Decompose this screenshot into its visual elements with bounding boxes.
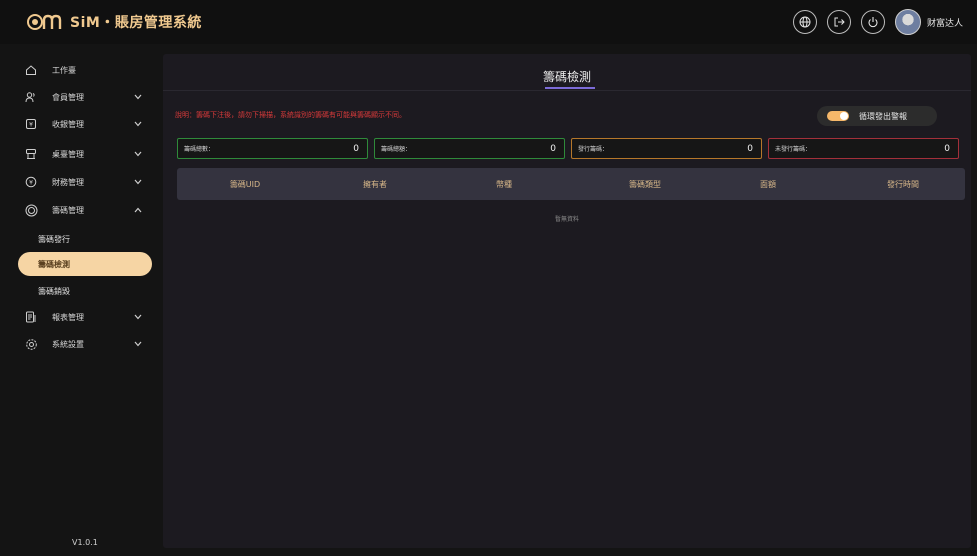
column-header-issue-time[interactable]: 發行時間 [853, 179, 953, 190]
chevron-down-icon [134, 150, 142, 158]
sim-logo-icon [27, 14, 62, 30]
stat-label: 發行籌碼： [578, 146, 609, 153]
stat-value: 0 [944, 143, 950, 154]
chevron-down-icon [134, 178, 142, 186]
notice-text: 說明：籌碼下注後，請勿下掃描，系統識別的籌碼有可能與籌碼顯示不同。 [175, 111, 406, 119]
avatar[interactable] [894, 9, 921, 35]
toggle-switch[interactable] [827, 111, 849, 121]
title-underline [545, 87, 595, 89]
sidebar-item-label: 財務管理 [52, 177, 84, 187]
sidebar-subitem-chip-issue[interactable]: 籌碼發行 [38, 228, 70, 250]
stat-label: 籌碼總額： [381, 146, 412, 153]
stat-value: 0 [353, 143, 359, 154]
brand-logo[interactable]: SiM・賬房管理系統 [26, 11, 202, 33]
sidebar-item-tables[interactable]: 桌臺管理 [0, 140, 163, 168]
sidebar-item-chips[interactable]: 籌碼管理 [0, 196, 163, 224]
svg-text:¥: ¥ [29, 122, 33, 129]
column-header-chip-type[interactable]: 籌碼類型 [595, 179, 695, 190]
toggle-label: 循環發出警報 [859, 111, 907, 121]
globe-icon[interactable] [792, 10, 817, 34]
home-icon [24, 63, 38, 77]
chevron-up-icon [134, 206, 142, 214]
sidebar-item-reports[interactable]: 報表管理 [0, 303, 163, 331]
sidebar-item-label: 報表管理 [52, 312, 84, 322]
column-header-denomination[interactable]: 面額 [718, 179, 818, 190]
empty-state-text: 暫無資料 [554, 216, 579, 223]
stat-value: 0 [747, 143, 753, 154]
stat-value: 0 [550, 143, 556, 154]
sidebar-item-settings[interactable]: 系統設置 [0, 330, 163, 358]
sidebar: 工作臺 會員管理 ¥ 收銀管理 桌臺管理 ¥ 財務管理 籌碼管理 籌碼發行 籌碼… [0, 44, 163, 556]
username-label[interactable]: 财富达人 [927, 16, 963, 29]
sidebar-item-cashier[interactable]: ¥ 收銀管理 [0, 110, 163, 138]
main-panel: 籌碼檢測 說明：籌碼下注後，請勿下掃描，系統識別的籌碼有可能與籌碼顯示不同。 循… [163, 54, 971, 548]
top-bar: SiM・賬房管理系統 财富达人 [0, 0, 977, 44]
svg-text:¥: ¥ [29, 179, 33, 186]
sidebar-item-label: 系統設置 [52, 339, 84, 349]
page-title: 籌碼檢測 [542, 70, 591, 84]
sidebar-item-workbench[interactable]: 工作臺 [0, 56, 163, 84]
users-icon [24, 90, 38, 104]
stat-unissued-chips: 未發行籌碼： 0 [768, 138, 959, 159]
divider [163, 90, 971, 91]
sidebar-subitem-label: 籌碼銷毀 [38, 286, 70, 296]
sidebar-item-label: 收銀管理 [52, 119, 84, 129]
report-icon [24, 310, 38, 324]
sidebar-subitem-label: 籌碼發行 [38, 234, 70, 244]
stat-chip-count: 籌碼總數： 0 [177, 138, 368, 159]
sidebar-item-label: 工作臺 [52, 65, 76, 75]
chevron-down-icon [134, 120, 142, 128]
sidebar-item-finance[interactable]: ¥ 財務管理 [0, 168, 163, 196]
column-header-currency[interactable]: 幣種 [454, 179, 554, 190]
settings-icon [24, 337, 38, 351]
stat-issued-chips: 發行籌碼： 0 [571, 138, 762, 159]
stat-chip-total: 籌碼總額： 0 [374, 138, 565, 159]
power-icon[interactable] [860, 10, 885, 34]
stat-label: 未發行籌碼： [775, 146, 812, 153]
chevron-down-icon [134, 340, 142, 348]
sidebar-subitem-label: 籌碼檢測 [38, 259, 70, 269]
sidebar-item-members[interactable]: 會員管理 [0, 83, 163, 111]
column-header-owner[interactable]: 擁有者 [325, 179, 425, 190]
sidebar-item-label: 會員管理 [52, 92, 84, 102]
logout-icon[interactable] [826, 10, 851, 34]
alarm-toggle[interactable]: 循環發出警報 [817, 106, 937, 126]
chip-icon [24, 203, 38, 217]
table-header: 籌碼UID 擁有者 幣種 籌碼類型 面額 發行時間 [177, 168, 965, 200]
sidebar-item-label: 桌臺管理 [52, 149, 84, 159]
sidebar-item-label: 籌碼管理 [52, 205, 84, 215]
app-title: SiM・賬房管理系統 [70, 15, 202, 31]
stat-label: 籌碼總數： [184, 146, 215, 153]
cashier-icon: ¥ [24, 117, 38, 131]
finance-icon: ¥ [24, 175, 38, 189]
table-icon [24, 147, 38, 161]
sidebar-subitem-chip-detect[interactable]: 籌碼檢測 [18, 252, 152, 276]
chevron-down-icon [134, 313, 142, 321]
sidebar-subitem-chip-destroy[interactable]: 籌碼銷毀 [38, 280, 70, 302]
column-header-uid[interactable]: 籌碼UID [195, 179, 295, 190]
version-label: V1.0.1 [72, 538, 98, 547]
chevron-down-icon [134, 93, 142, 101]
